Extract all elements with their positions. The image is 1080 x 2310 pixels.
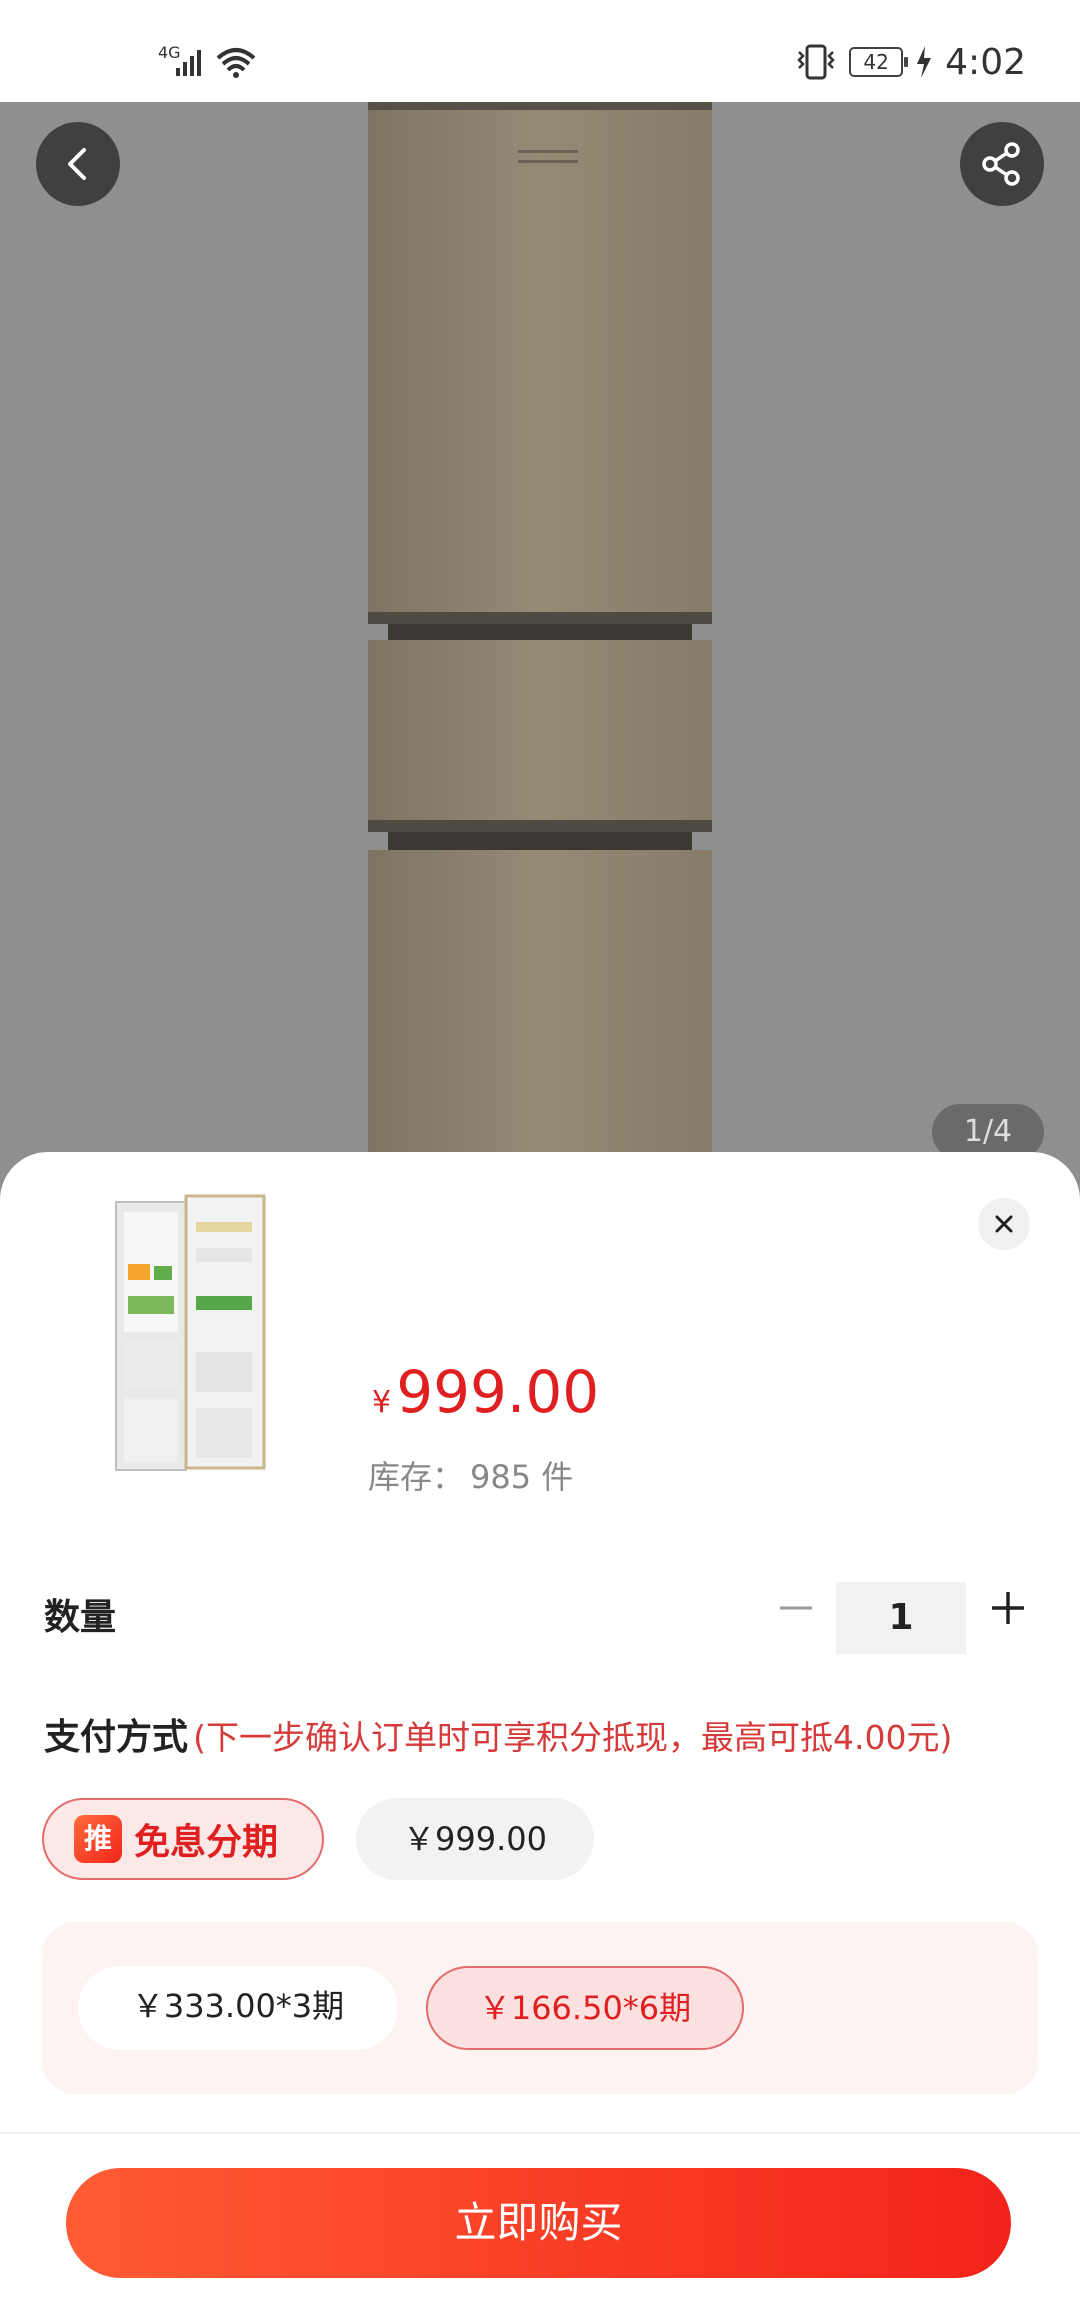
quantity-label: 数量 [44, 1597, 117, 1638]
recommend-badge: 推 [74, 1815, 122, 1863]
installment-label: 免息分期 [134, 1822, 279, 1863]
stock-label: 库存： [368, 1458, 465, 1496]
buy-now-button[interactable]: 立即购买 [66, 2168, 1011, 2278]
payment-label: 支付方式 [44, 1717, 189, 1758]
close-button[interactable] [978, 1198, 1030, 1250]
close-icon [995, 1215, 1013, 1233]
back-button[interactable] [36, 122, 120, 206]
status-right: 42 4:02 [793, 38, 1026, 86]
plan-3-installments[interactable]: ￥333.00*3期 [78, 1966, 398, 2050]
status-time: 4:02 [945, 41, 1026, 83]
divider [0, 2132, 1080, 2134]
charging-icon [917, 46, 932, 78]
payment-method-row: 支付方式 (下一步确认订单时可享积分抵现，最高可抵4.00元) [44, 1708, 1044, 1760]
installment-plans: ￥333.00*3期 ￥166.50*6期 [42, 1922, 1038, 2094]
currency-symbol: ¥ [372, 1385, 392, 1420]
quantity-increment-button[interactable] [988, 1588, 1028, 1628]
status-left: 4G [156, 38, 266, 82]
share-button[interactable] [960, 122, 1044, 206]
purchase-sheet: ¥ 999.00 库存： 985 件 数量 1 支付方式 (下一步确认订单时可享积… [0, 1152, 1080, 2310]
vibrate-icon [797, 44, 835, 80]
price-value: 999.00 [396, 1358, 600, 1426]
product-thumbnail [115, 1194, 266, 1471]
signal-wifi-icon: 4G [158, 43, 256, 78]
installment-option[interactable]: 推 免息分期 [42, 1798, 324, 1880]
stock-value: 985 件 [470, 1458, 574, 1496]
stock-info: 库存： 985 件 [368, 1452, 579, 1498]
quantity-input[interactable]: 1 [836, 1582, 966, 1654]
svg-text:4G: 4G [158, 43, 181, 62]
battery-icon: 42 [849, 47, 909, 77]
plan-6-installments[interactable]: ￥166.50*6期 [426, 1966, 744, 2050]
fridge-image [368, 102, 712, 1182]
status-bar: 4G 42 4:02 [0, 0, 1080, 102]
product-price: ¥ 999.00 [372, 1358, 599, 1426]
share-icon [982, 142, 1020, 186]
quantity-decrement-button[interactable] [776, 1588, 816, 1628]
product-gallery[interactable] [0, 102, 1080, 1182]
chevron-left-icon [68, 148, 86, 180]
payment-note: (下一步确认订单时可享积分抵现，最高可抵4.00元) [193, 1718, 953, 1757]
full-payment-option[interactable]: ￥999.00 [356, 1798, 594, 1880]
